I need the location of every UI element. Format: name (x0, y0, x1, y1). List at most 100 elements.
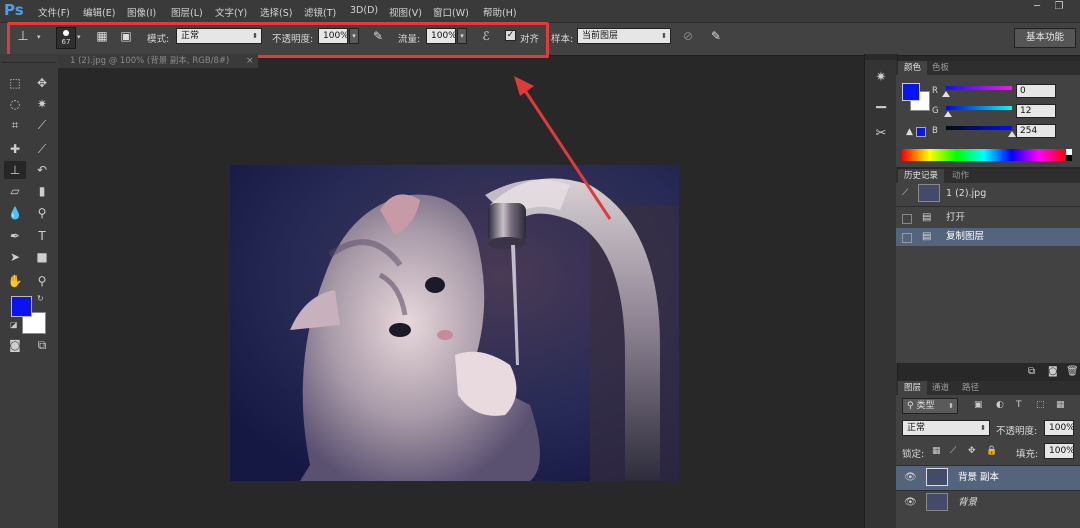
menu-item-1[interactable]: 编辑(E) (83, 5, 115, 19)
menu-item-6[interactable]: 滤镜(T) (304, 5, 336, 19)
channel-g-label: G (932, 106, 939, 116)
channel-b-input[interactable]: 254 (1016, 124, 1056, 138)
menu-item-0[interactable]: 文件(F) (38, 5, 70, 19)
toolbox: ⬚ ✥ ◌ ✷ ⌗ ⟋ ✚ ⟋ ⊥ ↶ ▱ ▮ 💧 ⚲ ✒ T ➤ ■ ✋ ⚲ … (0, 54, 59, 528)
quick-mask-icon[interactable]: ◙ (4, 336, 26, 354)
channel-r-input[interactable]: 0 (1016, 84, 1056, 98)
fill-label: 填充: (1016, 449, 1039, 460)
layer-opacity-input[interactable]: 100% (1044, 420, 1074, 436)
sample-value: 当前图层 (582, 31, 619, 41)
filter-shape-icon[interactable]: ⬚ (1036, 400, 1045, 410)
channel-g-input[interactable]: 12 (1016, 104, 1056, 118)
history-brush-tool-icon[interactable]: ↶ (31, 161, 53, 179)
menu-item-3[interactable]: 图层(L) (171, 5, 203, 19)
close-document-icon[interactable]: × (246, 54, 254, 68)
screen-mode-icon[interactable]: ⧉ (31, 336, 53, 354)
snapshot-thumbnail (918, 184, 940, 202)
eye-icon[interactable]: 👁 (904, 491, 917, 515)
dodge-tool-icon[interactable]: ⚲ (31, 204, 53, 222)
layer-blend-mode-select[interactable]: 正常 ⬍ (902, 420, 990, 436)
history-item-duplicate-layer[interactable]: ▤ 复制图层 (896, 228, 1080, 246)
workspace-switcher[interactable]: 基本功能 (1014, 28, 1076, 48)
zoom-tool-icon[interactable]: ⚲ (31, 272, 53, 290)
pressure-size-icon[interactable]: ✎ (708, 28, 724, 44)
swap-colors-icon[interactable]: ↻ (37, 294, 44, 303)
path-selection-tool-icon[interactable]: ➤ (4, 248, 26, 266)
menu-item-7[interactable]: 3D(D) (350, 5, 378, 16)
fill-input[interactable]: 100% (1044, 443, 1074, 459)
layer-row-background-copy[interactable]: 👁 背景 副本 (896, 465, 1080, 490)
snapshot-name[interactable]: 1 (2).jpg (946, 188, 986, 199)
filter-adjustment-icon[interactable]: ◐ (996, 400, 1004, 410)
menu-item-2[interactable]: 图像(I) (127, 5, 156, 19)
filter-pixel-icon[interactable]: ▣ (974, 400, 983, 410)
tab-paths[interactable]: 路径 (956, 381, 985, 395)
gradient-tool-icon[interactable]: ▮ (31, 182, 53, 200)
dock-grip[interactable] (865, 54, 897, 60)
eye-icon[interactable]: 👁 (904, 466, 917, 490)
lasso-tool-icon[interactable]: ◌ (4, 95, 26, 113)
history-item-open[interactable]: ▤ 打开 (896, 209, 1080, 227)
sample-select[interactable]: 当前图层 ⬍ (577, 28, 671, 44)
tab-history[interactable]: 历史记录 (898, 169, 945, 183)
eyedropper-tool-icon[interactable]: ⟋ (31, 116, 53, 134)
tab-layers[interactable]: 图层 (898, 381, 928, 395)
lock-position-icon[interactable]: ✥ (968, 446, 976, 456)
type-tool-icon[interactable]: T (31, 227, 53, 245)
tab-swatches[interactable]: 色板 (926, 61, 955, 75)
layer-filter-select[interactable]: ⚲ 类型 ⬍ (902, 398, 958, 414)
menu-item-9[interactable]: 窗口(W) (433, 5, 469, 19)
restore-button[interactable]: ❐ (1052, 2, 1066, 12)
lock-all-icon[interactable]: 🔒 (986, 446, 997, 456)
menu-item-5[interactable]: 选择(S) (260, 5, 292, 19)
histogram-icon[interactable]: ▁ (871, 92, 891, 112)
camera-snapshot-icon[interactable]: ◙ (1048, 366, 1058, 377)
shape-tool-icon[interactable]: ■ (31, 248, 53, 266)
healing-brush-tool-icon[interactable]: ✚ (4, 140, 26, 158)
ramp-black-swatch[interactable] (1066, 155, 1072, 161)
panel-foreground-swatch[interactable] (902, 83, 920, 101)
brush-tool-icon[interactable]: ⟋ (31, 140, 53, 158)
color-spectrum-ramp[interactable] (902, 149, 1066, 161)
hand-tool-icon[interactable]: ✋ (4, 272, 26, 290)
channel-r-thumb[interactable] (942, 91, 950, 97)
layer-row-background[interactable]: 👁 背景 (896, 490, 1080, 515)
channel-b-slider[interactable] (946, 126, 1012, 130)
history-source-box[interactable] (902, 214, 912, 224)
eraser-tool-icon[interactable]: ▱ (4, 182, 26, 200)
brush-presets-icon[interactable]: ✷ (871, 68, 891, 88)
blur-tool-icon[interactable]: 💧 (4, 204, 26, 222)
pen-tool-icon[interactable]: ✒ (4, 227, 26, 245)
new-document-from-state-icon[interactable]: ⧉ (1028, 366, 1035, 377)
tab-color[interactable]: 颜色 (898, 61, 928, 75)
magic-wand-tool-icon[interactable]: ✷ (31, 95, 53, 113)
tab-actions[interactable]: 动作 (946, 169, 975, 183)
filter-type-icon[interactable]: T (1016, 400, 1022, 410)
marquee-tool-icon[interactable]: ⬚ (4, 74, 26, 92)
menu-item-10[interactable]: 帮助(H) (483, 5, 517, 19)
history-brush-source-icon[interactable]: ⟋ (902, 188, 908, 198)
channel-b-thumb[interactable] (1008, 131, 1016, 137)
channel-r-slider[interactable] (946, 86, 1012, 90)
move-tool-icon[interactable]: ✥ (31, 74, 53, 92)
foreground-color-swatch[interactable] (11, 296, 32, 317)
menu-item-4[interactable]: 文字(Y) (215, 5, 247, 19)
ignore-adjustment-layers-icon[interactable]: ⊘ (680, 28, 696, 44)
lock-pixels-icon[interactable]: ⟋ (950, 446, 956, 456)
tab-channels[interactable]: 通道 (926, 381, 955, 395)
default-colors-icon[interactable]: ◪ (10, 320, 18, 329)
channel-g-thumb[interactable] (944, 111, 952, 117)
minimize-button[interactable]: ─ (1030, 2, 1044, 12)
document-tab[interactable]: 1 (2).jpg @ 100% (背景 副本, RGB/8#) (58, 54, 258, 68)
filter-smart-object-icon[interactable]: ▦ (1056, 400, 1065, 410)
channel-g-slider[interactable] (946, 106, 1012, 110)
history-source-box[interactable] (902, 233, 912, 243)
websafe-swatch[interactable] (916, 127, 926, 137)
delete-state-icon[interactable]: 🗑 (1066, 366, 1079, 377)
tools-panel-icon[interactable]: ✂ (871, 124, 891, 144)
clone-stamp-tool-icon[interactable]: ⊥ (4, 161, 26, 179)
toolbox-grip[interactable] (2, 56, 56, 63)
lock-transparent-icon[interactable]: ▦ (932, 446, 941, 456)
menu-item-8[interactable]: 视图(V) (389, 5, 422, 19)
crop-tool-icon[interactable]: ⌗ (4, 116, 26, 134)
